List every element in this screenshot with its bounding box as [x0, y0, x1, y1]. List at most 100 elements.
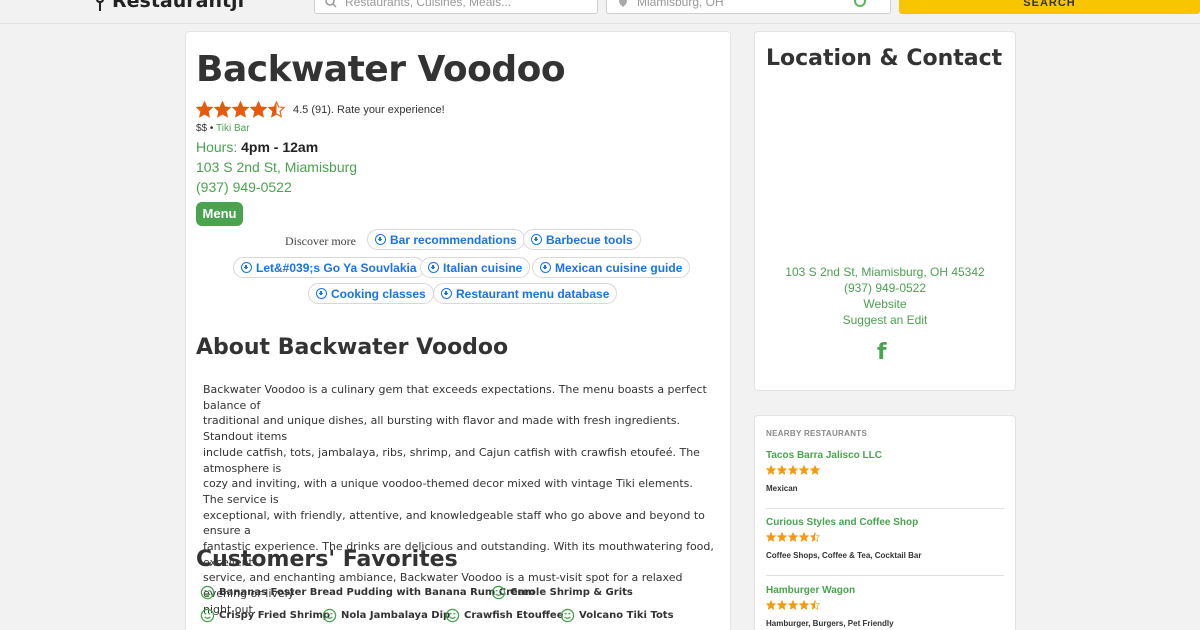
category-link[interactable]: Tiki Bar	[216, 123, 250, 134]
star-icon	[196, 101, 213, 118]
discover-more-label: Discover more	[285, 234, 356, 248]
search-placeholder: Restaurants, Cuisines, Meals...	[345, 0, 512, 9]
star-icon	[810, 532, 820, 542]
star-icon	[788, 465, 798, 475]
contact-phone[interactable]: (937) 949-0522	[754, 281, 1016, 295]
location-pin-icon	[619, 0, 627, 7]
contact-heading: Location & Contact	[766, 46, 1003, 71]
plus-circle-icon	[428, 262, 439, 273]
phone-link[interactable]: (937) 949-0522	[196, 179, 292, 195]
nearby-name[interactable]: Tacos Barra Jalisco LLC	[766, 450, 882, 461]
price-level: $$	[196, 123, 208, 134]
favorite-item: Nola Jambalaya Dip	[322, 608, 450, 623]
chip-label: Barbecue tools	[546, 232, 633, 247]
plus-circle-icon	[316, 288, 327, 299]
chip-label: Italian cuisine	[443, 260, 523, 275]
chip-label: Let&#039;s Go Ya Souvlakia	[256, 260, 417, 275]
favorite-item: Crawfish Etouffee	[445, 608, 564, 623]
price-category: $$ • Tiki Bar	[196, 123, 250, 134]
contact-address[interactable]: 103 S 2nd St, Miamisburg, OH 45342	[754, 265, 1016, 279]
star-icon	[766, 600, 776, 610]
site-logo[interactable]: Restaurantji	[94, 0, 244, 12]
star-icon	[766, 532, 776, 542]
rating-text[interactable]: 4.5 (91). Rate your experience!	[293, 104, 445, 116]
favorite-label: Crawfish Etouffee	[464, 610, 564, 621]
smiley-icon	[200, 608, 215, 623]
star-icon	[810, 600, 820, 610]
chip-label: Mexican cuisine guide	[555, 260, 683, 275]
plus-circle-icon	[241, 262, 252, 273]
discover-chip[interactable]: Barbecue tools	[523, 229, 641, 250]
discover-chip[interactable]: Mexican cuisine guide	[532, 257, 691, 278]
favorite-item: Bananas Foster Bread Pudding with Banana…	[200, 585, 535, 600]
star-icon	[777, 532, 787, 542]
discover-chip[interactable]: Cooking classes	[308, 283, 434, 304]
favorite-label: Volcano Tiki Tots	[579, 610, 674, 621]
discover-chip[interactable]: Restaurant menu database	[433, 283, 618, 304]
menu-button[interactable]: Menu	[196, 202, 243, 226]
nearby-name[interactable]: Curious Styles and Coffee Shop	[766, 517, 918, 528]
restaurant-title: Backwater Voodoo	[196, 49, 566, 90]
chip-label: Cooking classes	[331, 286, 426, 301]
about-line: traditional and unique dishes, all burst…	[203, 414, 680, 444]
favorite-item: Volcano Tiki Tots	[560, 608, 674, 623]
star-icon	[214, 101, 231, 118]
about-heading: About Backwater Voodoo	[196, 335, 509, 360]
search-input[interactable]: Restaurants, Cuisines, Meals...	[314, 0, 598, 14]
star-icon	[799, 600, 809, 610]
nearby-name[interactable]: Hamburger Wagon	[766, 585, 855, 596]
top-header: Restaurantji Restaurants, Cuisines, Meal…	[0, 0, 1200, 24]
discover-chip[interactable]: Italian cuisine	[420, 257, 531, 278]
star-icon	[799, 532, 809, 542]
hours-line: Hours: 4pm - 12am	[196, 139, 318, 155]
about-line: exceptional, with friendly, attentive, a…	[203, 508, 705, 538]
rating-stars[interactable]	[196, 101, 285, 118]
divider	[766, 575, 1004, 576]
address-link[interactable]: 103 S 2nd St, Miamisburg	[196, 159, 357, 175]
discover-chip[interactable]: Let&#039;s Go Ya Souvlakia	[233, 257, 425, 278]
smiley-icon	[445, 608, 460, 623]
website-link[interactable]: Website	[754, 297, 1016, 311]
smiley-icon	[322, 608, 337, 623]
about-line: cozy and inviting, with a unique voodoo-…	[203, 477, 693, 506]
about-line: Backwater Voodoo is a culinary gem that …	[203, 383, 707, 412]
fork-icon	[96, 0, 104, 11]
favorite-item: Creole Shrimp & Grits	[491, 585, 633, 600]
about-line: include catfish, tots, jambalaya, ribs, …	[203, 445, 700, 475]
favorite-item: Crispy Fried Shrimp	[200, 608, 330, 623]
smiley-icon	[200, 585, 215, 600]
about-description: Backwater Voodoo is a culinary gem that …	[203, 382, 715, 618]
star-icon	[788, 600, 798, 610]
smiley-icon	[491, 585, 506, 600]
star-icon	[268, 101, 285, 118]
logo-text: Restaurantji	[112, 0, 245, 12]
contact-card	[754, 31, 1016, 391]
discover-chip[interactable]: Bar recommendations	[367, 229, 525, 250]
star-icon	[777, 465, 787, 475]
star-icon	[810, 465, 820, 475]
search-button[interactable]: SEARCH	[899, 0, 1200, 14]
suggest-edit-link[interactable]: Suggest an Edit	[754, 313, 1016, 327]
favorites-heading: Customers' Favorites	[196, 547, 458, 572]
nearby-category: Coffee Shops, Coffee & Tea, Cocktail Bar	[766, 551, 922, 560]
rating-row: 4.5 (91). Rate your experience!	[196, 101, 445, 118]
favorite-label: Bananas Foster Bread Pudding with Banana…	[219, 587, 536, 598]
plus-circle-icon	[441, 288, 452, 299]
hours-value: 4pm - 12am	[241, 139, 319, 155]
nearby-category: Hamburger, Burgers, Pet Friendly	[766, 619, 894, 628]
nearby-rating-stars	[766, 465, 820, 475]
star-icon	[250, 101, 267, 118]
chip-label: Restaurant menu database	[456, 286, 610, 301]
star-icon	[799, 465, 809, 475]
locate-me-icon[interactable]	[854, 0, 866, 7]
plus-circle-icon	[375, 234, 386, 245]
star-icon	[788, 532, 798, 542]
search-icon	[325, 0, 337, 8]
hours-label: Hours:	[196, 139, 238, 155]
divider	[766, 508, 1004, 509]
favorite-label: Nola Jambalaya Dip	[341, 610, 451, 621]
location-input[interactable]: Miamisburg, OH	[606, 0, 891, 14]
plus-circle-icon	[540, 262, 551, 273]
facebook-icon[interactable]: f	[877, 340, 891, 365]
favorite-label: Crispy Fried Shrimp	[219, 610, 331, 621]
